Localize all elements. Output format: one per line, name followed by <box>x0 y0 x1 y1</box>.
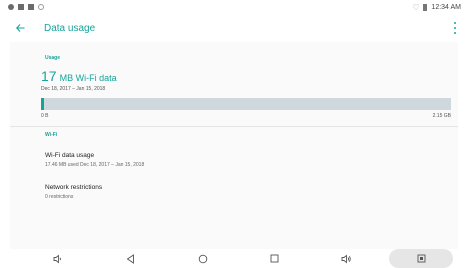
volume-up-icon[interactable] <box>338 251 354 266</box>
notification-app-icon <box>18 4 24 10</box>
navigation-bar <box>0 249 467 268</box>
wifi-data-usage-title: Wi-Fi data usage <box>45 152 95 159</box>
usage-summary: 17 MB Wi-Fi data <box>41 68 117 84</box>
status-time: 12:34 AM <box>431 3 461 11</box>
recents-square-icon[interactable] <box>266 251 282 266</box>
back-triangle-icon[interactable] <box>122 251 138 266</box>
network-restrictions-summary: 0 restrictions <box>45 194 74 200</box>
arrow-back-icon[interactable] <box>8 14 32 42</box>
page-title: Data usage <box>44 22 96 34</box>
usage-progress-bar <box>41 98 451 110</box>
wifi-data-usage-summary: 17.46 MB used Dec 18, 2017 – Jan 15, 201… <box>45 162 145 168</box>
volume-down-icon[interactable] <box>50 251 66 266</box>
app-toolbar: Data usage <box>0 14 467 42</box>
wifi-icon: ♡ <box>412 2 420 12</box>
system-icons: ♡ 12:34 AM <box>412 2 461 12</box>
data-usage-content: Usage 17 MB Wi-Fi data Dec 18, 2017 – Ja… <box>10 42 458 249</box>
screenshot-button[interactable] <box>389 249 453 268</box>
usage-progress-fill <box>41 98 45 110</box>
screenshot-icon <box>417 250 426 268</box>
home-circle-icon[interactable] <box>195 251 211 266</box>
usage-amount-unit: MB Wi-Fi data <box>59 73 117 83</box>
section-divider <box>10 126 458 127</box>
more-vert-icon[interactable] <box>453 22 457 34</box>
usage-period: Dec 18, 2017 – Jan 15, 2018 <box>41 86 106 92</box>
network-restrictions-title: Network restrictions <box>45 184 103 191</box>
notification-dot-icon <box>8 4 14 10</box>
battery-icon <box>423 3 428 11</box>
usage-bar-min-label: 0 B <box>41 113 49 119</box>
status-bar: ♡ 12:34 AM <box>0 0 467 14</box>
notification-icons <box>8 4 44 10</box>
usage-amount-value: 17 <box>41 68 57 84</box>
usage-section-header: Usage <box>45 55 61 61</box>
notification-circle-icon <box>38 4 44 10</box>
usage-bar-max-label: 2.15 GB <box>432 113 451 119</box>
notification-square-icon <box>28 4 34 10</box>
wifi-section-header: Wi-Fi <box>45 132 58 138</box>
